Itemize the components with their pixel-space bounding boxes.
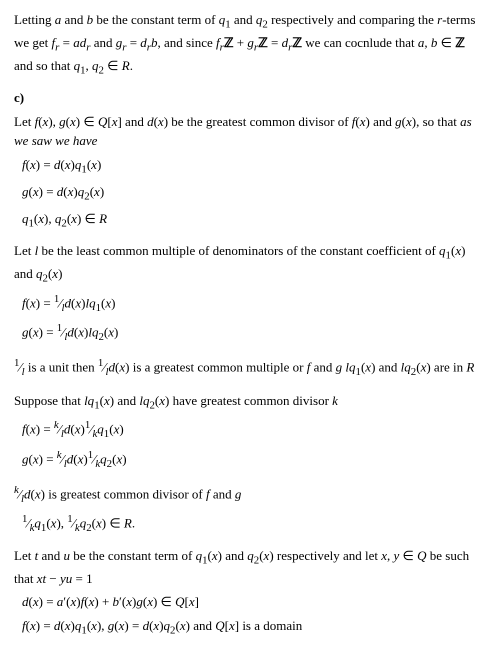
block1-intro: Let f(x), g(x) ∈ Q[x] and d(x) be the gr…	[14, 112, 486, 151]
eq-g-dq2: g(x) = d(x)q2(x)	[22, 182, 486, 205]
block3-text: 1⁄l is a unit then 1⁄ld(x) is a greatest…	[14, 355, 486, 380]
eq-f-dq1: f(x) = d(x)q1(x)	[22, 155, 486, 178]
eq-q1q2-r: q1(x), q2(x) ∈ R	[22, 209, 486, 232]
eq-d-apbp: d(x) = a′(x)f(x) + b′(x)g(x) ∈ Q[x]	[22, 592, 486, 612]
block5-line2: 1⁄kq1(x), 1⁄kq2(x) ∈ R.	[22, 511, 486, 536]
eq-domain: f(x) = d(x)q1(x), g(x) = d(x)q2(x) and Q…	[22, 616, 486, 639]
section-c-label: c)	[14, 88, 486, 108]
eq-f-k: f(x) = k⁄ld(x)1⁄kq1(x)	[22, 417, 486, 442]
eq-g-l: g(x) = 1⁄ld(x)lq2(x)	[22, 320, 486, 345]
and-text: and	[193, 618, 212, 633]
intro-paragraph: Letting a and b be the constant term of …	[14, 10, 486, 78]
block1-equations: f(x) = d(x)q1(x) g(x) = d(x)q2(x) q1(x),…	[22, 155, 486, 231]
block4-intro: Suppose that lq1(x) and lq2(x) have grea…	[14, 391, 486, 414]
block5-text: k⁄ld(x) is greatest common divisor of f …	[14, 482, 486, 507]
intro-block: Letting a and b be the constant term of …	[14, 10, 486, 78]
block6-equations: d(x) = a′(x)f(x) + b′(x)g(x) ∈ Q[x] f(x)…	[22, 592, 486, 638]
eq-g-k: g(x) = k⁄ld(x)1⁄kq2(x)	[22, 447, 486, 472]
eq-f-l: f(x) = 1⁄ld(x)lq1(x)	[22, 291, 486, 316]
block4-equations: f(x) = k⁄ld(x)1⁄kq1(x) g(x) = k⁄ld(x)1⁄k…	[22, 417, 486, 471]
main-content: Letting a and b be the constant term of …	[14, 10, 486, 639]
section-c-block: c) Let f(x), g(x) ∈ Q[x] and d(x) be the…	[14, 88, 486, 638]
block6-intro: Let t and u be the constant term of q1(x…	[14, 546, 486, 588]
block2-intro: Let l be the least common multiple of de…	[14, 241, 486, 287]
block2-equations: f(x) = 1⁄ld(x)lq1(x) g(x) = 1⁄ld(x)lq2(x…	[22, 291, 486, 345]
